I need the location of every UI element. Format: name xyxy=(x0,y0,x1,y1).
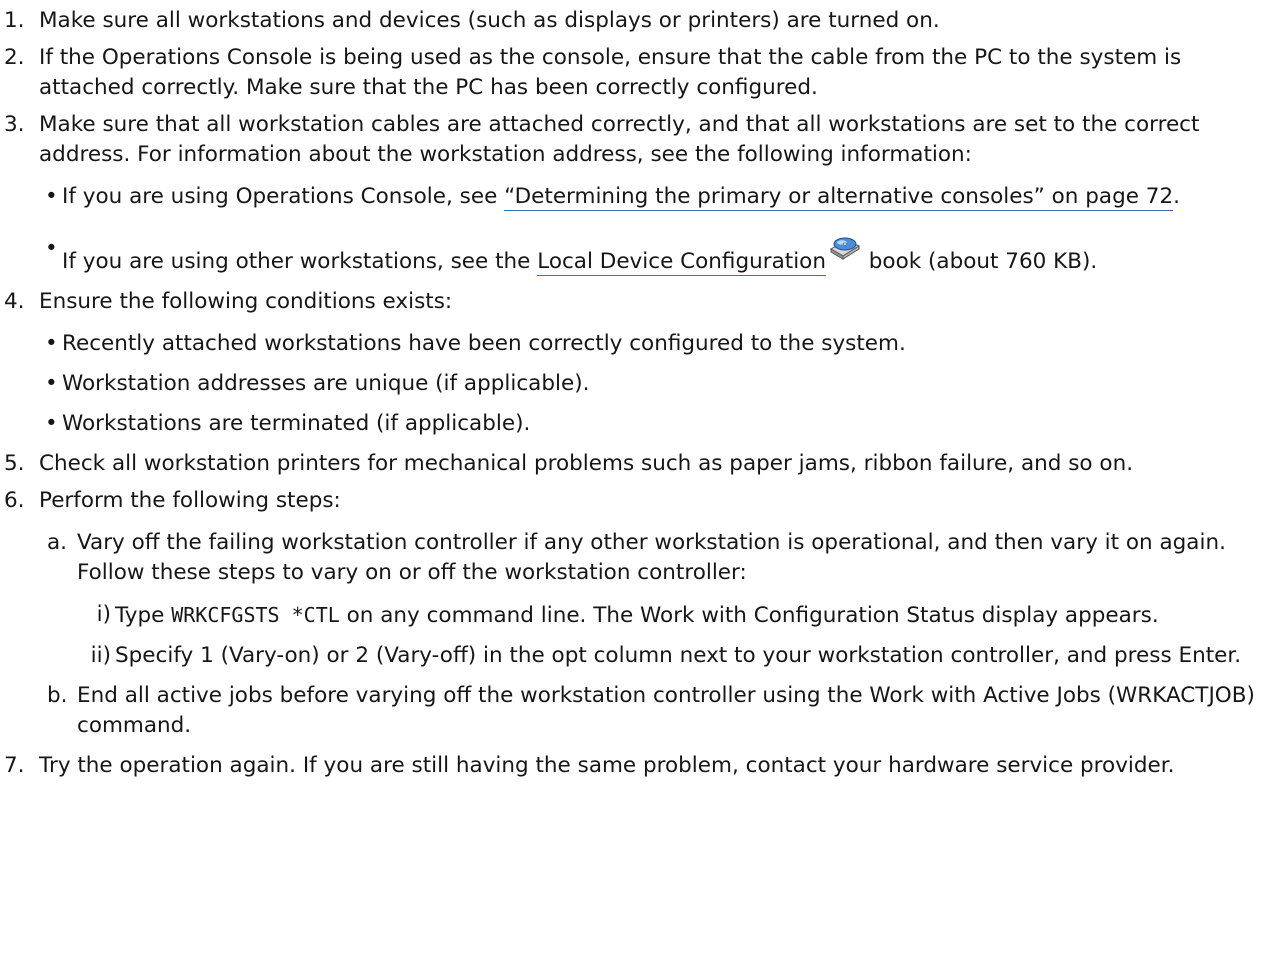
bullet-list: Recently attached workstations have been… xyxy=(39,329,1267,439)
step-5: 5. Check all workstation printers for me… xyxy=(4,449,1267,479)
substep-a-ii: ii) Specify 1 (Vary-on) or 2 (Vary-off) … xyxy=(77,641,1267,671)
step-text: Ensure the following conditions exists: xyxy=(39,289,453,314)
step-number: 1. xyxy=(4,8,25,33)
step-text: Make sure all workstations and devices (… xyxy=(39,8,940,33)
step-text: If the Operations Console is being used … xyxy=(39,45,1182,100)
step-text: Check all workstation printers for mecha… xyxy=(39,451,1134,476)
roman-label: ii) xyxy=(90,643,111,668)
substep-text: End all active jobs before varying off t… xyxy=(77,683,1255,738)
step-1: 1. Make sure all workstations and device… xyxy=(4,6,1267,36)
substep-text: Vary off the failing workstation control… xyxy=(77,530,1226,585)
bullet-text: If you are using other workstations, see… xyxy=(62,249,538,274)
step-number: 4. xyxy=(4,289,25,314)
substep-a: a. Vary off the failing workstation cont… xyxy=(39,528,1267,671)
step-text: Perform the following steps: xyxy=(39,488,341,513)
local-device-configuration-link[interactable]: Local Device Configuration xyxy=(537,249,826,276)
step-2: 2. If the Operations Console is being us… xyxy=(4,43,1267,103)
document-page: 1. Make sure all workstations and device… xyxy=(0,0,1267,960)
substep-a-i: i) Type WRKCFGSTS *CTL on any command li… xyxy=(77,600,1267,631)
substep-list: a. Vary off the failing workstation cont… xyxy=(39,528,1267,741)
list-item: If you are using Operations Console, see… xyxy=(39,182,1267,212)
substep-label: b. xyxy=(47,683,68,708)
step-number: 2. xyxy=(4,45,25,70)
roman-text-end: on any command line. The Work with Confi… xyxy=(339,603,1159,628)
step-number: 6. xyxy=(4,488,25,513)
step-6: 6. Perform the following steps: a. Vary … xyxy=(4,486,1267,741)
bullet-text: If you are using Operations Console, see xyxy=(62,184,505,209)
bullet-text-end: . xyxy=(1173,184,1181,209)
roman-label: i) xyxy=(96,602,111,627)
roman-text: Type xyxy=(115,603,172,628)
roman-list: i) Type WRKCFGSTS *CTL on any command li… xyxy=(77,600,1267,671)
book-cd-icon[interactable] xyxy=(828,234,862,262)
step-3: 3. Make sure that all workstation cables… xyxy=(4,110,1267,277)
step-text: Make sure that all workstation cables ar… xyxy=(39,112,1200,167)
roman-text: Specify 1 (Vary-on) or 2 (Vary-off) in t… xyxy=(115,643,1242,668)
step-number: 7. xyxy=(4,753,25,778)
step-4: 4. Ensure the following conditions exist… xyxy=(4,287,1267,439)
bullet-list: If you are using Operations Console, see… xyxy=(39,182,1267,277)
consoles-page-link[interactable]: “Determining the primary or alternative … xyxy=(504,184,1174,211)
list-item: Workstation addresses are unique (if app… xyxy=(39,369,1267,399)
list-item: Workstations are terminated (if applicab… xyxy=(39,409,1267,439)
step-text: Try the operation again. If you are stil… xyxy=(39,753,1175,778)
substep-label: a. xyxy=(47,530,68,555)
substep-b: b. End all active jobs before varying of… xyxy=(39,681,1267,741)
bullet-text-end: book (about 760 KB). xyxy=(861,249,1098,274)
list-item: Recently attached workstations have been… xyxy=(39,329,1267,359)
procedure-steps: 1. Make sure all workstations and device… xyxy=(4,6,1267,781)
command-text: WRKCFGSTS *CTL xyxy=(171,603,340,627)
step-7: 7. Try the operation again. If you are s… xyxy=(4,751,1267,781)
step-number: 5. xyxy=(4,451,25,476)
list-item: If you are using other workstations, see… xyxy=(39,234,1267,277)
step-number: 3. xyxy=(4,112,25,137)
